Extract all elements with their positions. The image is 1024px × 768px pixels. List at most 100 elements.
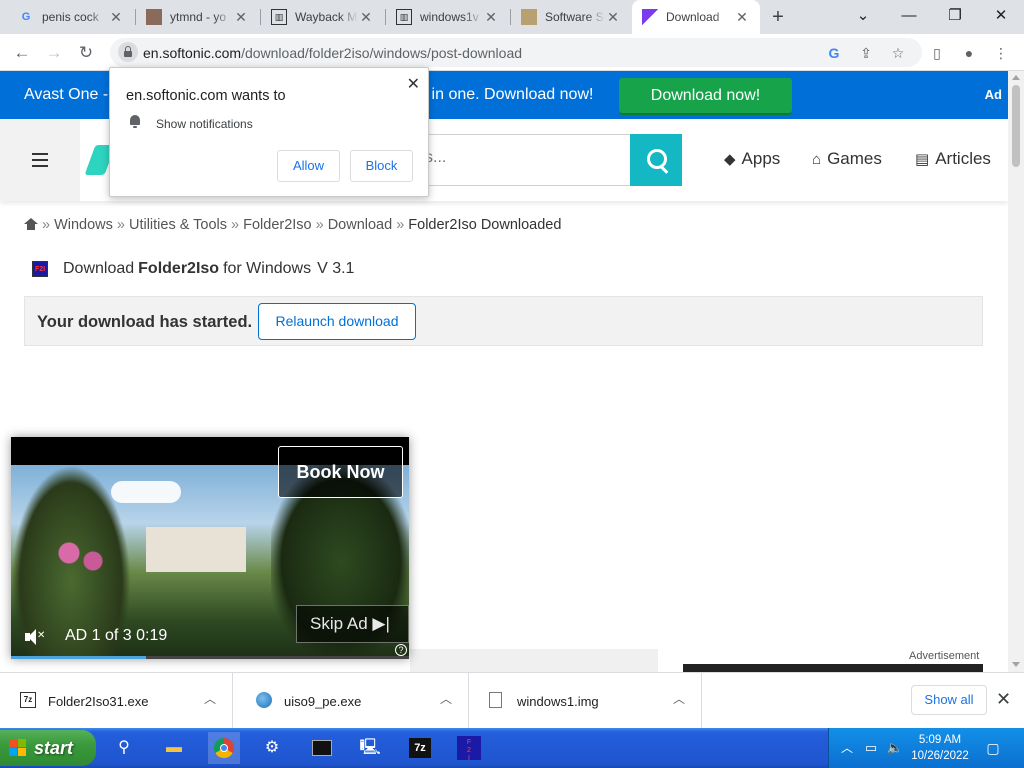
lock-icon[interactable] xyxy=(118,42,138,62)
close-window-button[interactable]: ✕ xyxy=(978,0,1024,34)
breadcrumb-download[interactable]: Download xyxy=(328,217,393,233)
breadcrumb-utilities[interactable]: Utilities & Tools xyxy=(129,217,227,233)
forward-arrow-icon[interactable]: → xyxy=(41,40,67,66)
file-icon xyxy=(489,692,502,708)
hamburger-menu-icon[interactable] xyxy=(0,119,80,201)
google-translate-icon[interactable]: G xyxy=(824,43,844,63)
nav-apps[interactable]: ◆ Apps xyxy=(724,149,780,169)
settings-gear-icon[interactable]: ⚙ xyxy=(256,732,288,764)
close-icon[interactable]: ✕ xyxy=(407,74,420,94)
download-filename: Folder2Iso31.exe xyxy=(48,694,149,709)
close-icon[interactable]: ✕ xyxy=(996,689,1011,710)
softonic-icon xyxy=(642,9,658,25)
close-icon[interactable]: ✕ xyxy=(734,9,750,26)
back-arrow-icon[interactable]: ← xyxy=(9,40,35,66)
volume-icon[interactable]: 🔈 xyxy=(885,732,905,764)
banner-download-button[interactable]: Download now! xyxy=(619,78,792,113)
skip-ad-label: Skip Ad xyxy=(310,614,368,633)
breadcrumb-separator: » xyxy=(42,217,51,233)
book-now-button[interactable]: Book Now xyxy=(278,446,403,498)
breadcrumb-separator: » xyxy=(396,217,405,233)
folder2iso-taskbar-icon[interactable]: F2I xyxy=(453,732,485,764)
share-icon[interactable]: ⇪ xyxy=(856,43,876,63)
download-started-text: Your download has started. xyxy=(37,313,253,331)
block-button[interactable]: Block xyxy=(350,150,413,182)
info-question-icon[interactable]: ? xyxy=(395,644,407,656)
restore-button[interactable]: ❐ xyxy=(932,0,978,34)
chevron-up-icon[interactable]: ︿ xyxy=(440,690,452,707)
tab-1[interactable]: G penis cock ✕ xyxy=(8,0,134,34)
tab-3[interactable]: ▥ Wayback M ✕ xyxy=(261,0,384,34)
chevron-up-icon[interactable]: ︿ xyxy=(204,690,216,707)
articles-icon: ▤ xyxy=(915,151,930,168)
clock-date: 10/26/2022 xyxy=(911,750,969,762)
nav-articles[interactable]: ▤ Articles xyxy=(915,149,991,169)
nav-games-label: Games xyxy=(827,149,882,168)
nav-games[interactable]: ⌂ Games xyxy=(812,149,882,169)
search-button[interactable] xyxy=(630,134,682,186)
new-tab-button[interactable]: + xyxy=(766,4,790,30)
side-panel-icon[interactable]: ▯ xyxy=(926,42,948,64)
scroll-down-arrow[interactable] xyxy=(1012,662,1020,667)
minimize-button[interactable]: — xyxy=(886,0,932,34)
scroll-up-arrow[interactable] xyxy=(1012,75,1020,80)
advertisement-slot[interactable] xyxy=(683,664,983,672)
tab-4[interactable]: ▥ windows1v ✕ xyxy=(386,0,509,34)
tab-search-icon[interactable]: ⌄ xyxy=(840,0,886,34)
download-item[interactable]: windows1.img ︿ xyxy=(469,673,702,729)
download-item[interactable]: uiso9_pe.exe ︿ xyxy=(236,673,469,729)
close-icon[interactable]: ✕ xyxy=(605,9,621,26)
show-all-downloads-button[interactable]: Show all xyxy=(911,685,987,715)
download-item[interactable]: 7z Folder2Iso31.exe ︿ xyxy=(0,673,233,729)
start-button[interactable]: start xyxy=(0,730,96,766)
apps-icon: ◆ xyxy=(724,151,736,168)
video-progress-bar[interactable] xyxy=(11,656,409,659)
address-bar[interactable]: en.softonic.com/download/folder2iso/wind… xyxy=(110,38,922,67)
download-started-box: Your download has started. Relaunch down… xyxy=(24,296,983,346)
tab-6-active[interactable]: Download ✕ xyxy=(632,0,760,34)
close-icon[interactable]: ✕ xyxy=(233,9,249,26)
skip-next-icon: ▶| xyxy=(372,614,390,633)
title-app-name: Folder2Iso xyxy=(138,260,220,277)
url-path: /download/folder2iso/windows/post-downlo… xyxy=(241,45,523,61)
close-icon[interactable]: ✕ xyxy=(358,9,374,26)
close-icon[interactable]: ✕ xyxy=(108,9,124,26)
clock[interactable]: 5:09 AM 10/26/2022 xyxy=(908,732,972,764)
page-scrollbar[interactable] xyxy=(1008,71,1024,672)
allow-button[interactable]: Allow xyxy=(277,150,340,182)
notification-permission-popup: en.softonic.com wants to ✕ Show notifica… xyxy=(109,67,429,197)
nav-apps-label: Apps xyxy=(741,149,781,168)
reload-icon[interactable]: ↻ xyxy=(73,40,99,66)
notification-center-icon[interactable]: ▢ xyxy=(981,732,1005,764)
close-icon[interactable]: ✕ xyxy=(483,9,499,26)
network-icon[interactable]: ▭ xyxy=(861,732,881,764)
scroll-thumb[interactable] xyxy=(1012,85,1020,167)
computer-icon[interactable]: 🖳 xyxy=(354,732,386,764)
search-icon[interactable]: ⚲ xyxy=(108,732,140,764)
relaunch-download-button[interactable]: Relaunch download xyxy=(258,303,416,340)
nav-articles-label: Articles xyxy=(935,149,991,168)
tab-2[interactable]: ytmnd - yo ✕ xyxy=(136,0,259,34)
url-text[interactable]: en.softonic.com/download/folder2iso/wind… xyxy=(143,45,522,61)
tab-5[interactable]: Software S ✕ xyxy=(511,0,631,34)
breadcrumb-folder2iso[interactable]: Folder2Iso xyxy=(243,217,312,233)
menu-kebab-icon[interactable]: ⋮ xyxy=(990,42,1012,64)
skip-ad-button[interactable]: Skip Ad ▶| xyxy=(296,605,409,643)
chevron-up-icon[interactable]: ︿ xyxy=(673,690,685,707)
google-icon: G xyxy=(21,11,31,23)
ad-counter: AD 1 of 3 0:19 xyxy=(65,627,168,644)
tab-title: Download xyxy=(666,10,720,24)
search-input[interactable] xyxy=(425,149,625,167)
bookmark-star-icon[interactable]: ☆ xyxy=(888,43,908,63)
home-icon[interactable] xyxy=(24,218,38,230)
file-explorer-icon[interactable]: ▬ xyxy=(158,732,190,764)
chrome-icon[interactable] xyxy=(208,732,240,764)
breadcrumb-windows[interactable]: Windows xyxy=(54,217,113,233)
chevron-up-icon[interactable]: ︿ xyxy=(837,732,857,764)
video-flowers xyxy=(51,537,111,577)
video-ad-player[interactable]: Book Now Skip Ad ▶| ✕ AD 1 of 3 0:19 ? xyxy=(11,437,409,659)
software-icon xyxy=(521,9,537,25)
terminal-icon[interactable] xyxy=(306,732,338,764)
profile-icon[interactable]: ● xyxy=(958,42,980,64)
7zip-taskbar-icon[interactable]: 7z xyxy=(404,732,436,764)
